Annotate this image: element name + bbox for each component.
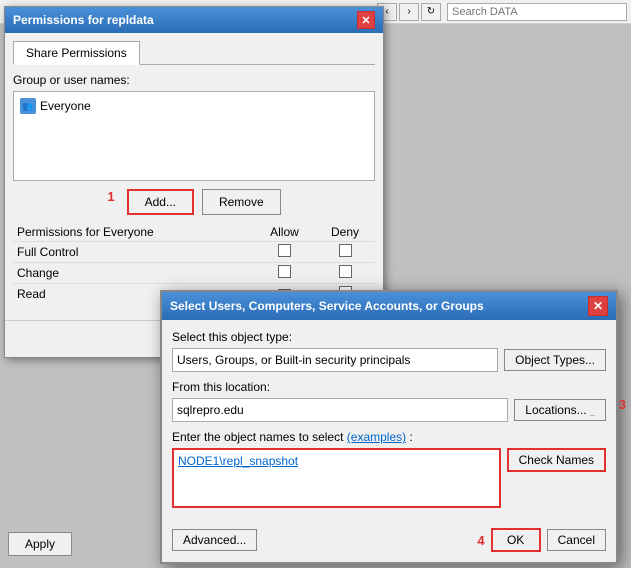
tab-share-permissions[interactable]: Share Permissions — [13, 41, 140, 65]
locations-button[interactable]: Locations... _ — [514, 399, 606, 421]
perm-change: Change — [13, 263, 254, 284]
select-dialog-footer: Advanced... 4 OK Cancel — [172, 524, 606, 552]
user-list: 👥 Everyone — [13, 91, 375, 181]
refresh-button[interactable]: ↻ — [421, 3, 441, 21]
user-icon: 👥 — [20, 98, 36, 114]
object-name-value: NODE1\repl_snapshot — [178, 454, 495, 468]
fullcontrol-allow-checkbox[interactable] — [278, 244, 291, 257]
names-label: Enter the object names to select (exampl… — [172, 430, 606, 444]
step3-label: 3 — [619, 397, 626, 412]
location-field: sqlrepro.edu — [172, 398, 508, 422]
location-label: From this location: — [172, 380, 606, 394]
deny-header: Deny — [315, 223, 375, 242]
footer-right: 4 OK Cancel — [477, 528, 606, 552]
select-users-dialog: Select Users, Computers, Service Account… — [160, 290, 618, 564]
forward-button[interactable]: › — [399, 3, 419, 21]
permissions-title: Permissions for repldata — [13, 13, 357, 27]
search-input[interactable] — [447, 3, 627, 21]
select-cancel-button[interactable]: Cancel — [547, 529, 606, 551]
examples-link[interactable]: (examples) — [347, 430, 406, 444]
select-dialog-close-button[interactable]: ✕ — [588, 296, 608, 316]
check-names-container: Check Names — [507, 448, 606, 516]
permissions-titlebar: Permissions for repldata ✕ — [5, 7, 383, 33]
object-type-row: Object Types... — [172, 348, 606, 372]
select-dialog-titlebar: Select Users, Computers, Service Account… — [162, 292, 616, 320]
select-dialog-content: Select this object type: Object Types...… — [162, 320, 616, 562]
group-label: Group or user names: — [13, 73, 375, 87]
location-value: sqlrepro.edu — [177, 403, 244, 417]
permissions-content: Share Permissions Group or user names: 👥… — [5, 33, 383, 320]
location-row: sqlrepro.edu Locations... _ 3 — [172, 398, 606, 422]
permissions-close-button[interactable]: ✕ — [357, 11, 375, 29]
object-names-box: NODE1\repl_snapshot 2 — [172, 448, 501, 508]
change-deny-checkbox[interactable] — [339, 265, 352, 278]
check-names-button[interactable]: Check Names — [507, 448, 606, 472]
change-allow-checkbox[interactable] — [278, 265, 291, 278]
fullcontrol-deny-checkbox[interactable] — [339, 244, 352, 257]
select-dialog-title: Select Users, Computers, Service Account… — [170, 299, 484, 313]
step4-label: 4 — [477, 533, 484, 548]
advanced-button[interactable]: Advanced... — [172, 529, 257, 551]
list-item: 👥 Everyone — [18, 96, 370, 116]
object-types-button[interactable]: Object Types... — [504, 349, 606, 371]
perm-name-header: Permissions for Everyone — [13, 223, 254, 242]
object-type-label: Select this object type: — [172, 330, 606, 344]
nav-buttons: ‹ › ↻ — [377, 3, 443, 21]
table-row: Full Control — [13, 242, 375, 263]
table-row: Change — [13, 263, 375, 284]
user-name: Everyone — [40, 99, 91, 113]
object-type-field[interactable] — [172, 348, 498, 372]
tab-bar: Share Permissions — [13, 41, 375, 65]
select-ok-button[interactable]: OK — [491, 528, 541, 552]
allow-header: Allow — [254, 223, 315, 242]
remove-button[interactable]: Remove — [202, 189, 281, 215]
perm-fullcontrol: Full Control — [13, 242, 254, 263]
apply-button-standalone[interactable]: Apply — [8, 532, 72, 556]
step1-label: 1 — [107, 189, 114, 215]
add-button[interactable]: Add... — [127, 189, 194, 215]
names-row: NODE1\repl_snapshot 2 Check Names — [172, 448, 606, 516]
